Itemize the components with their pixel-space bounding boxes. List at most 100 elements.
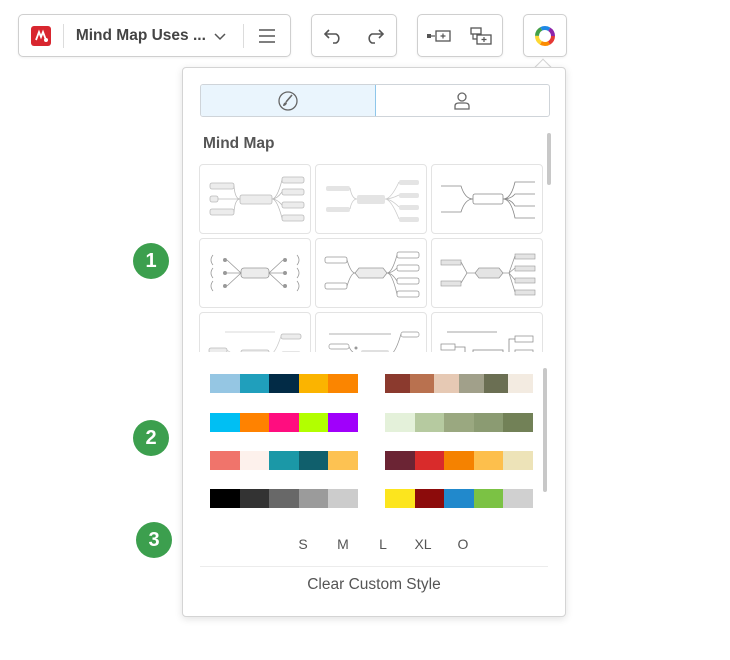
history-group <box>311 14 397 57</box>
brush-icon <box>278 90 298 111</box>
color-chip <box>269 374 299 393</box>
color-theme-swatch[interactable] <box>385 489 533 508</box>
redo-icon <box>368 28 385 44</box>
callout-badge-1: 1 <box>133 243 169 279</box>
color-chip <box>210 451 240 470</box>
color-chip <box>298 489 329 508</box>
color-theme-swatch[interactable] <box>210 413 358 432</box>
color-theme-swatch[interactable] <box>385 451 533 470</box>
color-chip <box>298 374 329 393</box>
chevron-down-icon <box>214 32 226 40</box>
callout-badge-2: 2 <box>133 420 169 456</box>
color-chip <box>414 413 445 432</box>
menu-button[interactable] <box>244 15 290 56</box>
color-chip <box>298 451 329 470</box>
layout-grid <box>199 164 543 352</box>
color-theme-swatch[interactable] <box>210 374 358 393</box>
layout-thumbnail <box>328 331 420 352</box>
color-theme-swatch[interactable] <box>385 374 534 393</box>
menu-icon <box>259 28 276 43</box>
color-chip <box>328 374 358 393</box>
layout-card[interactable] <box>199 238 311 308</box>
color-chip <box>269 413 299 432</box>
document-title-dropdown[interactable]: Mind Map Uses ... <box>64 15 243 56</box>
color-chip <box>269 489 299 508</box>
undo-icon <box>323 28 340 44</box>
section-title: Mind Map <box>203 135 275 152</box>
insert-topic-group <box>417 14 503 57</box>
layout-card[interactable] <box>315 238 427 308</box>
layout-card[interactable] <box>315 164 427 234</box>
color-chip <box>328 489 358 508</box>
document-title-group: Mind Map Uses ... <box>18 14 291 57</box>
style-palette-icon <box>535 25 555 46</box>
layout-thumbnail <box>326 180 419 222</box>
color-chip <box>414 489 445 508</box>
layout-card[interactable] <box>199 164 311 234</box>
color-chip <box>385 374 410 393</box>
layout-thumbnail <box>441 181 535 219</box>
color-chip <box>385 489 415 508</box>
add-subtopic-button[interactable] <box>460 15 502 56</box>
tab-format[interactable] <box>376 85 550 116</box>
size-option-s[interactable]: S <box>283 536 323 552</box>
color-chip <box>444 451 474 470</box>
document-title: Mind Map Uses ... <box>75 26 206 44</box>
add-subtopic-icon <box>470 26 492 45</box>
layout-thumbnail <box>208 331 302 352</box>
color-chip <box>409 374 435 393</box>
color-chip <box>473 451 504 470</box>
layout-card[interactable] <box>431 238 543 308</box>
add-sibling-topic-button[interactable] <box>418 15 460 56</box>
color-chip <box>503 413 533 432</box>
themes-scrollbar[interactable] <box>543 368 547 492</box>
layout-thumbnail <box>209 176 305 222</box>
size-option-o[interactable]: O <box>443 536 483 552</box>
layout-thumbnail <box>440 253 536 296</box>
layout-thumbnail <box>440 331 534 352</box>
color-chip <box>483 374 509 393</box>
color-chip <box>444 413 474 432</box>
color-chip <box>239 489 270 508</box>
color-chip <box>473 489 504 508</box>
undo-button[interactable] <box>312 15 354 56</box>
color-theme-swatch[interactable] <box>210 489 358 508</box>
color-chip <box>298 413 329 432</box>
style-palette-button[interactable] <box>524 15 566 56</box>
app-logo-icon <box>30 25 51 46</box>
color-chip <box>328 413 358 432</box>
style-group <box>523 14 567 57</box>
color-chip <box>210 489 240 508</box>
size-option-l[interactable]: L <box>363 536 403 552</box>
layouts-scrollbar[interactable] <box>547 133 551 185</box>
size-option-xl[interactable]: XL <box>403 536 443 552</box>
layout-card[interactable] <box>431 164 543 234</box>
app-logo[interactable] <box>19 15 63 56</box>
color-chip <box>239 451 270 470</box>
layout-card[interactable] <box>199 312 311 352</box>
tab-style[interactable] <box>201 85 376 116</box>
redo-button[interactable] <box>354 15 396 56</box>
clear-custom-style-button[interactable]: Clear Custom Style <box>183 576 565 594</box>
color-chip <box>328 451 358 470</box>
color-chip <box>473 413 504 432</box>
color-chip <box>385 413 415 432</box>
layout-card[interactable] <box>431 312 543 352</box>
callout-badge-3: 3 <box>136 522 172 558</box>
color-chip <box>434 374 460 393</box>
color-theme-swatch[interactable] <box>210 451 358 470</box>
color-chip <box>239 413 270 432</box>
color-chip <box>210 413 240 432</box>
color-chip <box>210 374 240 393</box>
size-option-m[interactable]: M <box>323 536 363 552</box>
color-chip <box>414 451 445 470</box>
color-theme-swatch[interactable] <box>385 413 533 432</box>
color-chip <box>459 374 484 393</box>
color-chip <box>508 374 534 393</box>
layout-thumbnail <box>324 251 420 298</box>
layout-card[interactable] <box>315 312 427 352</box>
panel-tabs <box>200 84 550 117</box>
person-icon <box>454 91 470 110</box>
color-chip <box>503 489 533 508</box>
color-chip <box>385 451 415 470</box>
